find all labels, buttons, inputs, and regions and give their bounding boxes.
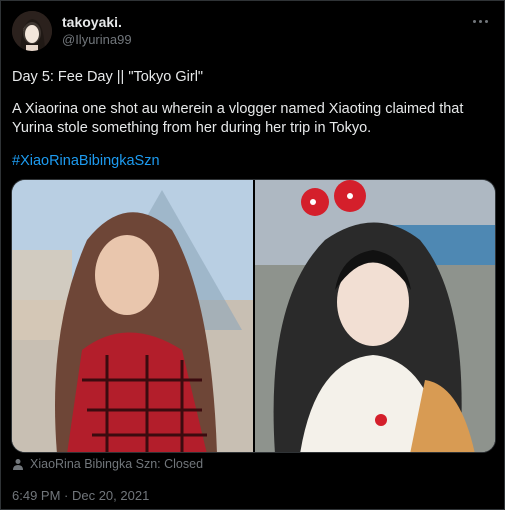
photo-left[interactable]	[12, 180, 253, 452]
community-status: XiaoRina Bibingka Szn: Closed	[12, 457, 203, 471]
tweet-card: takoyaki. @Ilyurina99 Day 5: Fee Day || …	[0, 0, 505, 510]
tweet-text-title: Day 5: Fee Day || "Tokyo Girl"	[12, 69, 204, 85]
media-grid	[11, 179, 496, 453]
tweet-text-body: A Xiaorina one shot au wherein a vlogger…	[12, 101, 464, 136]
more-dots-icon[interactable]	[468, 13, 492, 29]
avatar[interactable]	[12, 11, 52, 51]
hashtag-link[interactable]: #XiaoRinaBibingkaSzn	[12, 153, 160, 169]
photo-right[interactable]	[255, 180, 495, 452]
handle[interactable]: @Ilyurina99	[62, 32, 132, 47]
community-status-label: XiaoRina Bibingka Szn: Closed	[30, 457, 204, 471]
display-name[interactable]: takoyaki.	[62, 14, 122, 30]
timestamp[interactable]: 6:49 PM · Dec 20, 2021	[12, 488, 149, 503]
person-icon	[13, 459, 23, 470]
